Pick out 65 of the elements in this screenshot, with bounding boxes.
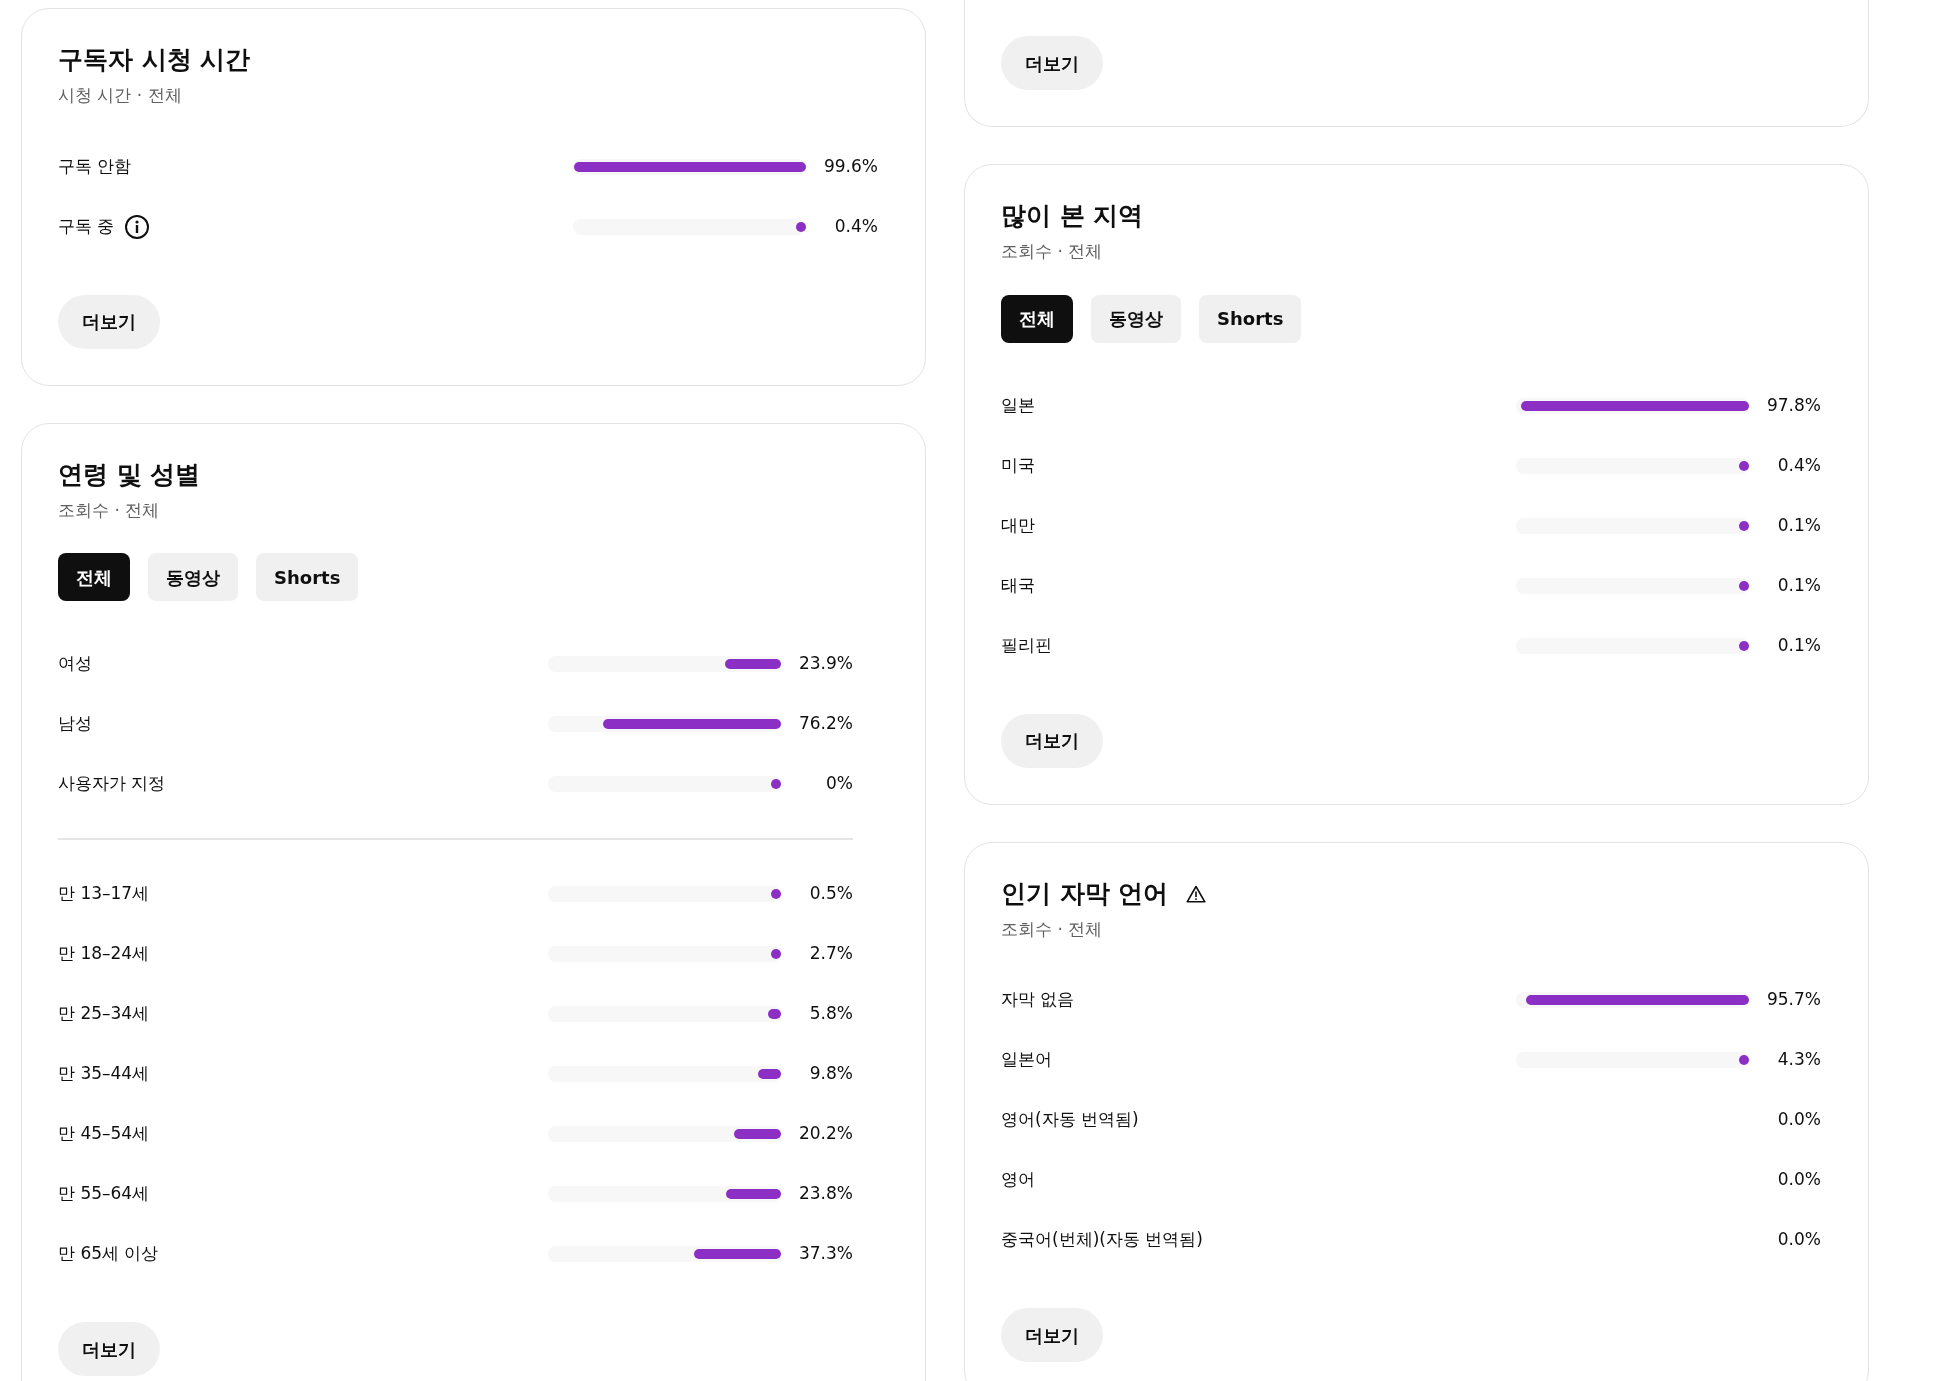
filter-chip[interactable]: 전체	[58, 553, 130, 601]
row-label: 영어(자동 번역됨)	[1001, 1108, 1139, 1132]
card-title: 인기 자막 언어	[1001, 877, 1169, 910]
row-label: 영어	[1001, 1168, 1035, 1192]
row-label: 대만	[1001, 513, 1035, 537]
row-value: 0.0%	[1776, 1228, 1821, 1252]
more-button[interactable]: 더보기	[1001, 713, 1103, 768]
row-value: 4.3%	[1776, 1048, 1821, 1072]
row-value: 0.4%	[1776, 453, 1821, 477]
row-label: 자막 없음	[1001, 988, 1075, 1012]
filter-chip[interactable]: 동영상	[148, 553, 238, 601]
more-button[interactable]: 더보기	[1001, 36, 1103, 90]
row-value: 9.8%	[808, 1062, 853, 1086]
row-label: 만 25–34세	[58, 1002, 150, 1026]
row-value: 0.1%	[1776, 573, 1821, 597]
filter-chip[interactable]: Shorts	[1199, 294, 1302, 343]
row-value: 99.6%	[823, 154, 878, 178]
row-value: 0.0%	[1776, 1168, 1821, 1192]
row-value: 0.1%	[1776, 513, 1821, 537]
row-label: 만 13–17세	[58, 882, 150, 906]
row-value: 23.9%	[798, 652, 853, 676]
row-value: 23.8%	[798, 1182, 853, 1206]
row-value: 0.1%	[1776, 633, 1821, 657]
row-value: 95.7%	[1766, 988, 1821, 1012]
row-label: 만 55–64세	[58, 1182, 150, 1206]
row-value: 0.4%	[833, 214, 878, 238]
row-label: 여성	[58, 652, 92, 676]
card-title: 많이 본 지역	[1001, 200, 1144, 232]
row-value: 0.5%	[808, 882, 853, 906]
row-label: 일본어	[1001, 1048, 1052, 1072]
row-value: 37.3%	[798, 1242, 853, 1266]
row-value: 20.2%	[798, 1122, 853, 1146]
more-button[interactable]: 더보기	[58, 294, 160, 349]
row-value: 76.2%	[798, 712, 853, 736]
row-label: 중국어(번체)(자동 번역됨)	[1001, 1228, 1203, 1252]
row-value: 5.8%	[808, 1002, 853, 1026]
card-subtitle: 조회수 · 전체	[1001, 917, 1104, 941]
row-value: 2.7%	[808, 942, 853, 966]
card-subtitle: 시청 시간 · 전체	[58, 84, 183, 107]
row-label: 구독 중	[58, 214, 115, 238]
filter-chip[interactable]: 전체	[1001, 294, 1073, 343]
row-label: 만 65세 이상	[58, 1242, 159, 1266]
row-label: 태국	[1001, 573, 1035, 597]
row-value: 0.0%	[1776, 1108, 1821, 1132]
row-value: 0%	[825, 772, 853, 796]
card-subtitle: 조회수 · 전체	[1001, 240, 1104, 263]
more-button[interactable]: 더보기	[58, 1322, 160, 1376]
filter-chip[interactable]: 동영상	[1091, 294, 1181, 343]
row-label: 구독 안함	[58, 154, 132, 178]
row-label: 일본	[1001, 393, 1035, 417]
filter-chip[interactable]: Shorts	[256, 553, 359, 601]
card-title: 연령 및 성별	[58, 458, 201, 491]
row-label: 만 45–54세	[58, 1122, 150, 1146]
card-title: 구독자 시청 시간	[58, 44, 251, 76]
row-label: 만 18–24세	[58, 942, 150, 966]
card-subtitle: 조회수 · 전체	[58, 498, 161, 522]
row-label: 사용자가 지정	[58, 772, 166, 796]
row-label: 미국	[1001, 453, 1035, 477]
row-label: 필리핀	[1001, 633, 1052, 657]
row-value: 97.8%	[1766, 393, 1821, 417]
row-label: 만 35–44세	[58, 1062, 150, 1086]
row-label: 남성	[58, 712, 92, 736]
info-icon	[124, 213, 151, 240]
more-button[interactable]: 더보기	[1001, 1308, 1103, 1362]
warning-icon	[1186, 884, 1207, 903]
